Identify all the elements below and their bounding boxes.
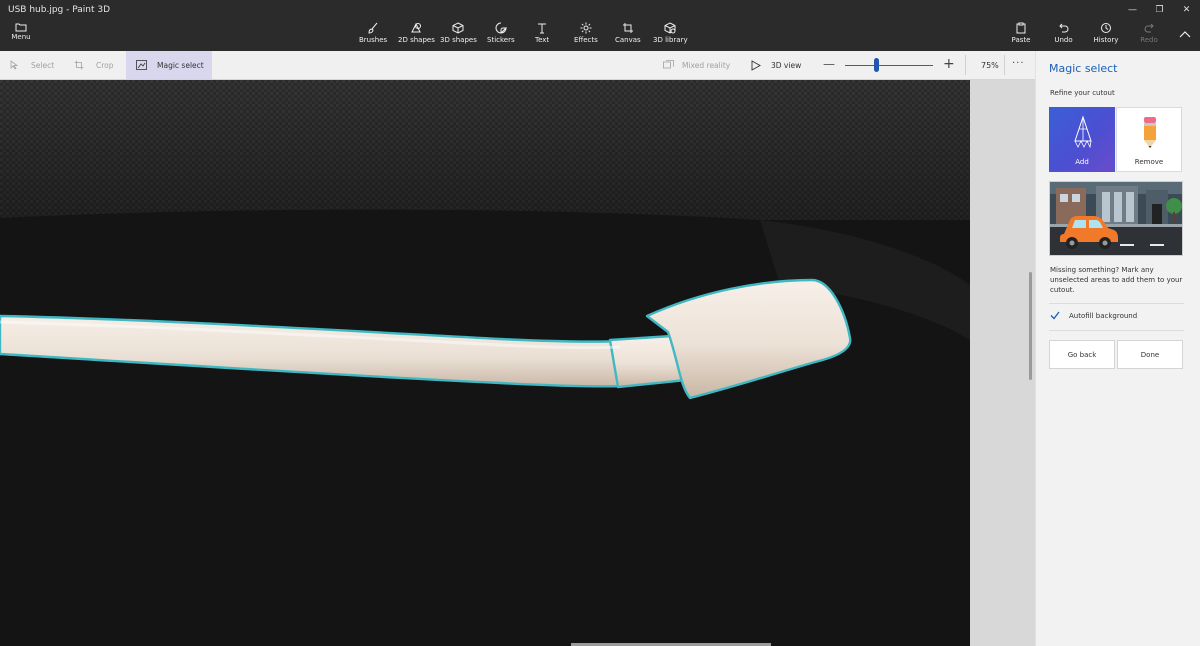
zoom-out-button[interactable]: — — [823, 57, 835, 71]
restore-button[interactable]: ❐ — [1146, 0, 1173, 20]
tool-undo[interactable]: Undo — [1053, 22, 1074, 48]
tool-label: Text — [535, 36, 550, 44]
select-label: Select — [31, 60, 55, 70]
tool-label: 2D shapes — [398, 36, 435, 44]
2d-shapes-icon — [410, 22, 421, 33]
pen-icon — [1074, 115, 1092, 149]
panel-subtitle: Refine your cutout — [1050, 89, 1115, 97]
panel-divider — [1049, 303, 1184, 304]
effects-icon — [580, 22, 591, 34]
tool-3d-shapes[interactable]: 3D shapes — [440, 22, 477, 48]
3d-view-button[interactable]: 3D view — [751, 51, 801, 79]
tool-2d-shapes[interactable]: 2D shapes — [398, 22, 435, 48]
tool-paste[interactable]: Paste — [1011, 22, 1031, 48]
tool-text[interactable]: Text — [535, 22, 549, 48]
tool-history[interactable]: History — [1093, 22, 1119, 48]
photo-usb-cable — [0, 80, 970, 646]
folder-icon — [15, 23, 27, 32]
3d-library-icon — [664, 22, 676, 34]
crop-tool[interactable]: Crop — [74, 51, 114, 79]
tool-label: 3D library — [653, 36, 688, 44]
eraser-icon — [1144, 117, 1156, 148]
tool-label: Undo — [1054, 36, 1073, 44]
toolbar-divider — [1004, 55, 1005, 75]
vertical-scrollbar[interactable] — [1029, 272, 1032, 380]
autofill-checkbox-row[interactable]: Autofill background — [1050, 311, 1137, 320]
text-icon — [538, 23, 546, 34]
menu-label: Menu — [11, 33, 31, 41]
3d-view-icon — [751, 59, 761, 71]
tool-label: 3D shapes — [440, 36, 477, 44]
tool-3d-library[interactable]: 3D library — [653, 22, 688, 48]
tool-label: Effects — [574, 36, 598, 44]
crop-icon — [74, 60, 84, 70]
remove-label: Remove — [1134, 158, 1164, 166]
select-tool[interactable]: Select — [10, 51, 54, 79]
redo-icon — [1144, 23, 1154, 33]
magic-select-label: Magic select — [157, 60, 204, 70]
canvas-icon — [622, 23, 633, 33]
image-canvas[interactable] — [0, 80, 970, 646]
mixed-reality-icon — [663, 60, 674, 69]
title-ribbon-bar: USB hub.jpg - Paint 3D — ❐ ✕ Menu Brushe… — [0, 0, 1200, 51]
menu-button[interactable]: Menu — [8, 22, 34, 46]
tool-label: Brushes — [359, 36, 388, 44]
zoom-slider-track[interactable] — [845, 64, 933, 66]
stickers-icon — [495, 22, 507, 34]
mixed-reality-button[interactable]: Mixed reality — [663, 51, 730, 79]
paste-icon — [1016, 22, 1026, 34]
tool-label: History — [1093, 36, 1119, 44]
3d-shapes-icon — [452, 22, 463, 34]
canvas-margin — [970, 80, 1035, 646]
tool-label: Stickers — [487, 36, 515, 44]
crop-label: Crop — [96, 60, 114, 70]
panel-title: Magic select — [1049, 62, 1118, 75]
add-button[interactable]: Add — [1049, 107, 1115, 172]
remove-button[interactable]: Remove — [1116, 107, 1182, 172]
magic-select-icon — [136, 60, 147, 70]
magic-select-panel: Magic select Refine your cutout Add Remo… — [1035, 51, 1200, 646]
toolbar-divider — [965, 55, 966, 75]
tool-label: Canvas — [615, 36, 641, 44]
checkmark-icon[interactable] — [1050, 311, 1060, 320]
close-button[interactable]: ✕ — [1173, 0, 1200, 20]
zoom-percentage[interactable]: 75% — [981, 61, 999, 70]
autofill-label: Autofill background — [1069, 311, 1138, 320]
more-options-button[interactable]: ··· — [1012, 58, 1025, 69]
tool-brushes[interactable]: Brushes — [359, 22, 387, 48]
tool-canvas[interactable]: Canvas — [615, 22, 641, 48]
done-button[interactable]: Done — [1117, 340, 1183, 369]
tool-redo[interactable]: Redo — [1139, 22, 1159, 48]
car-illustration — [1049, 181, 1183, 256]
add-label: Add — [1075, 158, 1089, 166]
tool-stickers[interactable]: Stickers — [487, 22, 515, 48]
tool-effects[interactable]: Effects — [574, 22, 598, 48]
zoom-in-button[interactable]: + — [943, 56, 955, 72]
window-controls: — ❐ ✕ — [1119, 0, 1200, 20]
magic-select-tool[interactable]: Magic select — [126, 51, 212, 79]
tool-label: Paste — [1011, 36, 1031, 44]
hint-text: Missing something? Mark any unselected a… — [1050, 266, 1183, 294]
window-title: USB hub.jpg - Paint 3D — [8, 5, 111, 15]
go-back-button[interactable]: Go back — [1049, 340, 1115, 369]
brush-icon — [368, 22, 378, 34]
undo-icon — [1058, 23, 1068, 33]
history-icon — [1101, 23, 1111, 33]
panel-divider — [1049, 330, 1184, 331]
tool-label: Redo — [1140, 36, 1158, 44]
minimize-button[interactable]: — — [1119, 0, 1146, 20]
zoom-slider-thumb[interactable] — [874, 58, 879, 72]
collapse-ribbon-icon[interactable] — [1178, 28, 1192, 42]
3d-view-label: 3D view — [771, 60, 802, 70]
cursor-icon — [10, 60, 19, 70]
mixed-reality-label: Mixed reality — [682, 60, 731, 70]
